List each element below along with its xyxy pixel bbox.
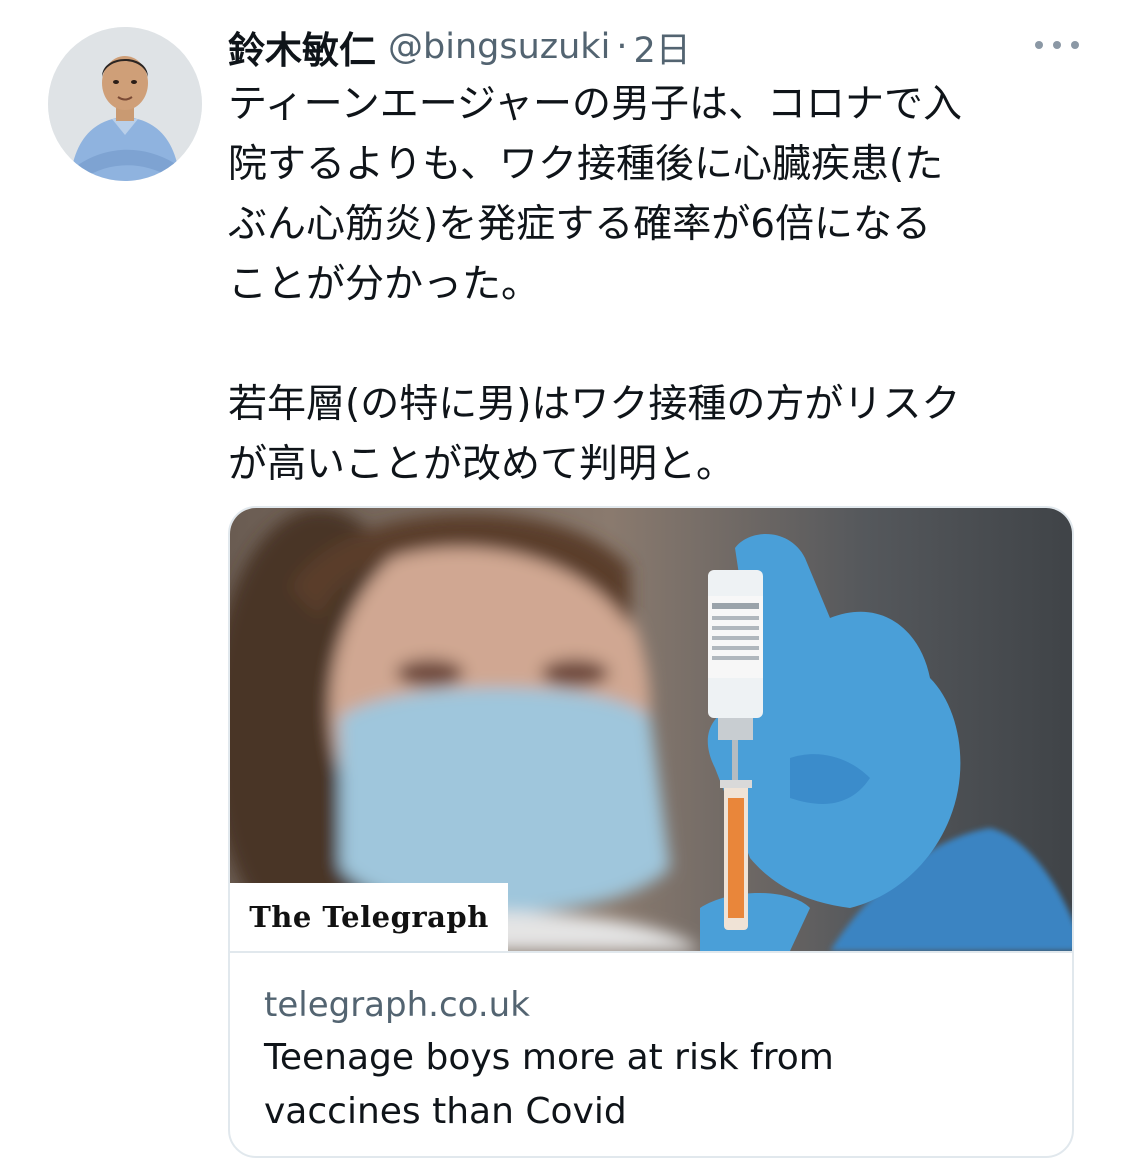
tweet-text-line: ティーンエージャーの男子は、コロナで入 <box>228 82 962 127</box>
avatar[interactable] <box>48 27 202 181</box>
tweet-text-line: ことが分かった。 <box>228 262 541 307</box>
tweet-text-line: が高いことが改めて判明と。 <box>228 442 736 487</box>
publisher-logo-box: The Telegraph <box>230 883 508 951</box>
tweet-text-line: 若年層(の特に男)はワク接種の方がリスク <box>228 382 961 427</box>
tweet-text-line: 院するよりも、ワク接種後に心臓疾患(た <box>228 142 944 187</box>
card-domain: telegraph.co.uk <box>264 985 530 1025</box>
card-body[interactable]: telegraph.co.uk Teenage boys more at ris… <box>230 951 1072 1156</box>
tweet-header: 鈴木敏仁 @bingsuzuki · 2日 <box>228 22 691 72</box>
tweet[interactable]: 鈴木敏仁 @bingsuzuki · 2日 ティーンエージャーの男子は、コロナで… <box>0 0 1125 1165</box>
tweet-text: ティーンエージャーの男子は、コロナで入 院するよりも、ワク接種後に心臓疾患(た … <box>228 75 1088 495</box>
more-dot <box>1035 41 1043 49</box>
publisher-logo: The Telegraph <box>249 900 489 934</box>
card-image[interactable]: The Telegraph <box>230 508 1072 951</box>
card-title: Teenage boys more at risk from vaccines … <box>264 1037 834 1132</box>
link-card[interactable]: The Telegraph telegraph.co.uk Teenage bo… <box>228 506 1074 1158</box>
more-dot <box>1071 41 1079 49</box>
tweet-text-line: ぶん心筋炎)を発症する確率が6倍になる <box>228 202 932 247</box>
user-handle[interactable]: @bingsuzuki <box>388 27 610 67</box>
separator-dot: · <box>616 27 628 67</box>
timestamp[interactable]: 2日 <box>633 22 690 73</box>
display-name[interactable]: 鈴木敏仁 <box>228 20 376 74</box>
more-dot <box>1053 41 1061 49</box>
more-horizontal-icon[interactable] <box>1035 30 1079 60</box>
